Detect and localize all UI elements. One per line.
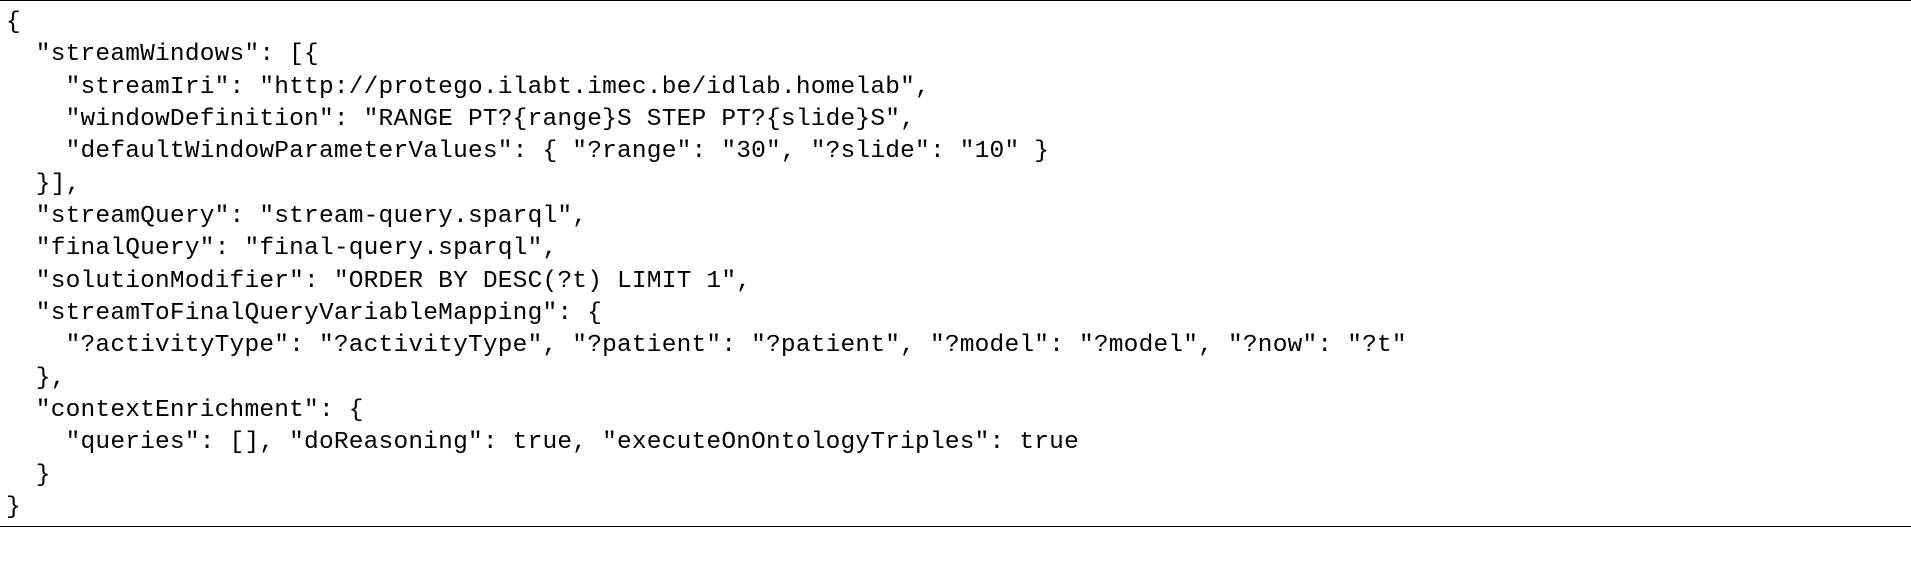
code-box: { "streamWindows": [{ "streamIri": "http… bbox=[0, 0, 1911, 527]
code-line: } bbox=[6, 462, 51, 489]
code-line: "defaultWindowParameterValues": { "?rang… bbox=[6, 138, 1049, 165]
code-line: "streamQuery": "stream-query.sparql", bbox=[6, 203, 587, 230]
code-line: "contextEnrichment": { bbox=[6, 397, 364, 424]
code-line: "streamToFinalQueryVariableMapping": { bbox=[6, 300, 602, 327]
code-line: }], bbox=[6, 171, 81, 198]
code-line: "streamIri": "http://protego.ilabt.imec.… bbox=[6, 74, 930, 101]
code-line: "windowDefinition": "RANGE PT?{range}S S… bbox=[6, 106, 915, 133]
listing-container: { "streamWindows": [{ "streamIri": "http… bbox=[0, 0, 1911, 561]
code-line: "solutionModifier": "ORDER BY DESC(?t) L… bbox=[6, 268, 751, 295]
code-listing: { "streamWindows": [{ "streamIri": "http… bbox=[0, 7, 1911, 524]
code-line: "?activityType": "?activityType", "?pati… bbox=[6, 332, 1407, 359]
code-line: "queries": [], "doReasoning": true, "exe… bbox=[6, 429, 1079, 456]
code-line: { bbox=[6, 9, 21, 36]
code-line: "finalQuery": "final-query.sparql", bbox=[6, 235, 557, 262]
code-line: "streamWindows": [{ bbox=[6, 41, 319, 68]
code-line: } bbox=[6, 494, 21, 521]
code-line: }, bbox=[6, 365, 66, 392]
